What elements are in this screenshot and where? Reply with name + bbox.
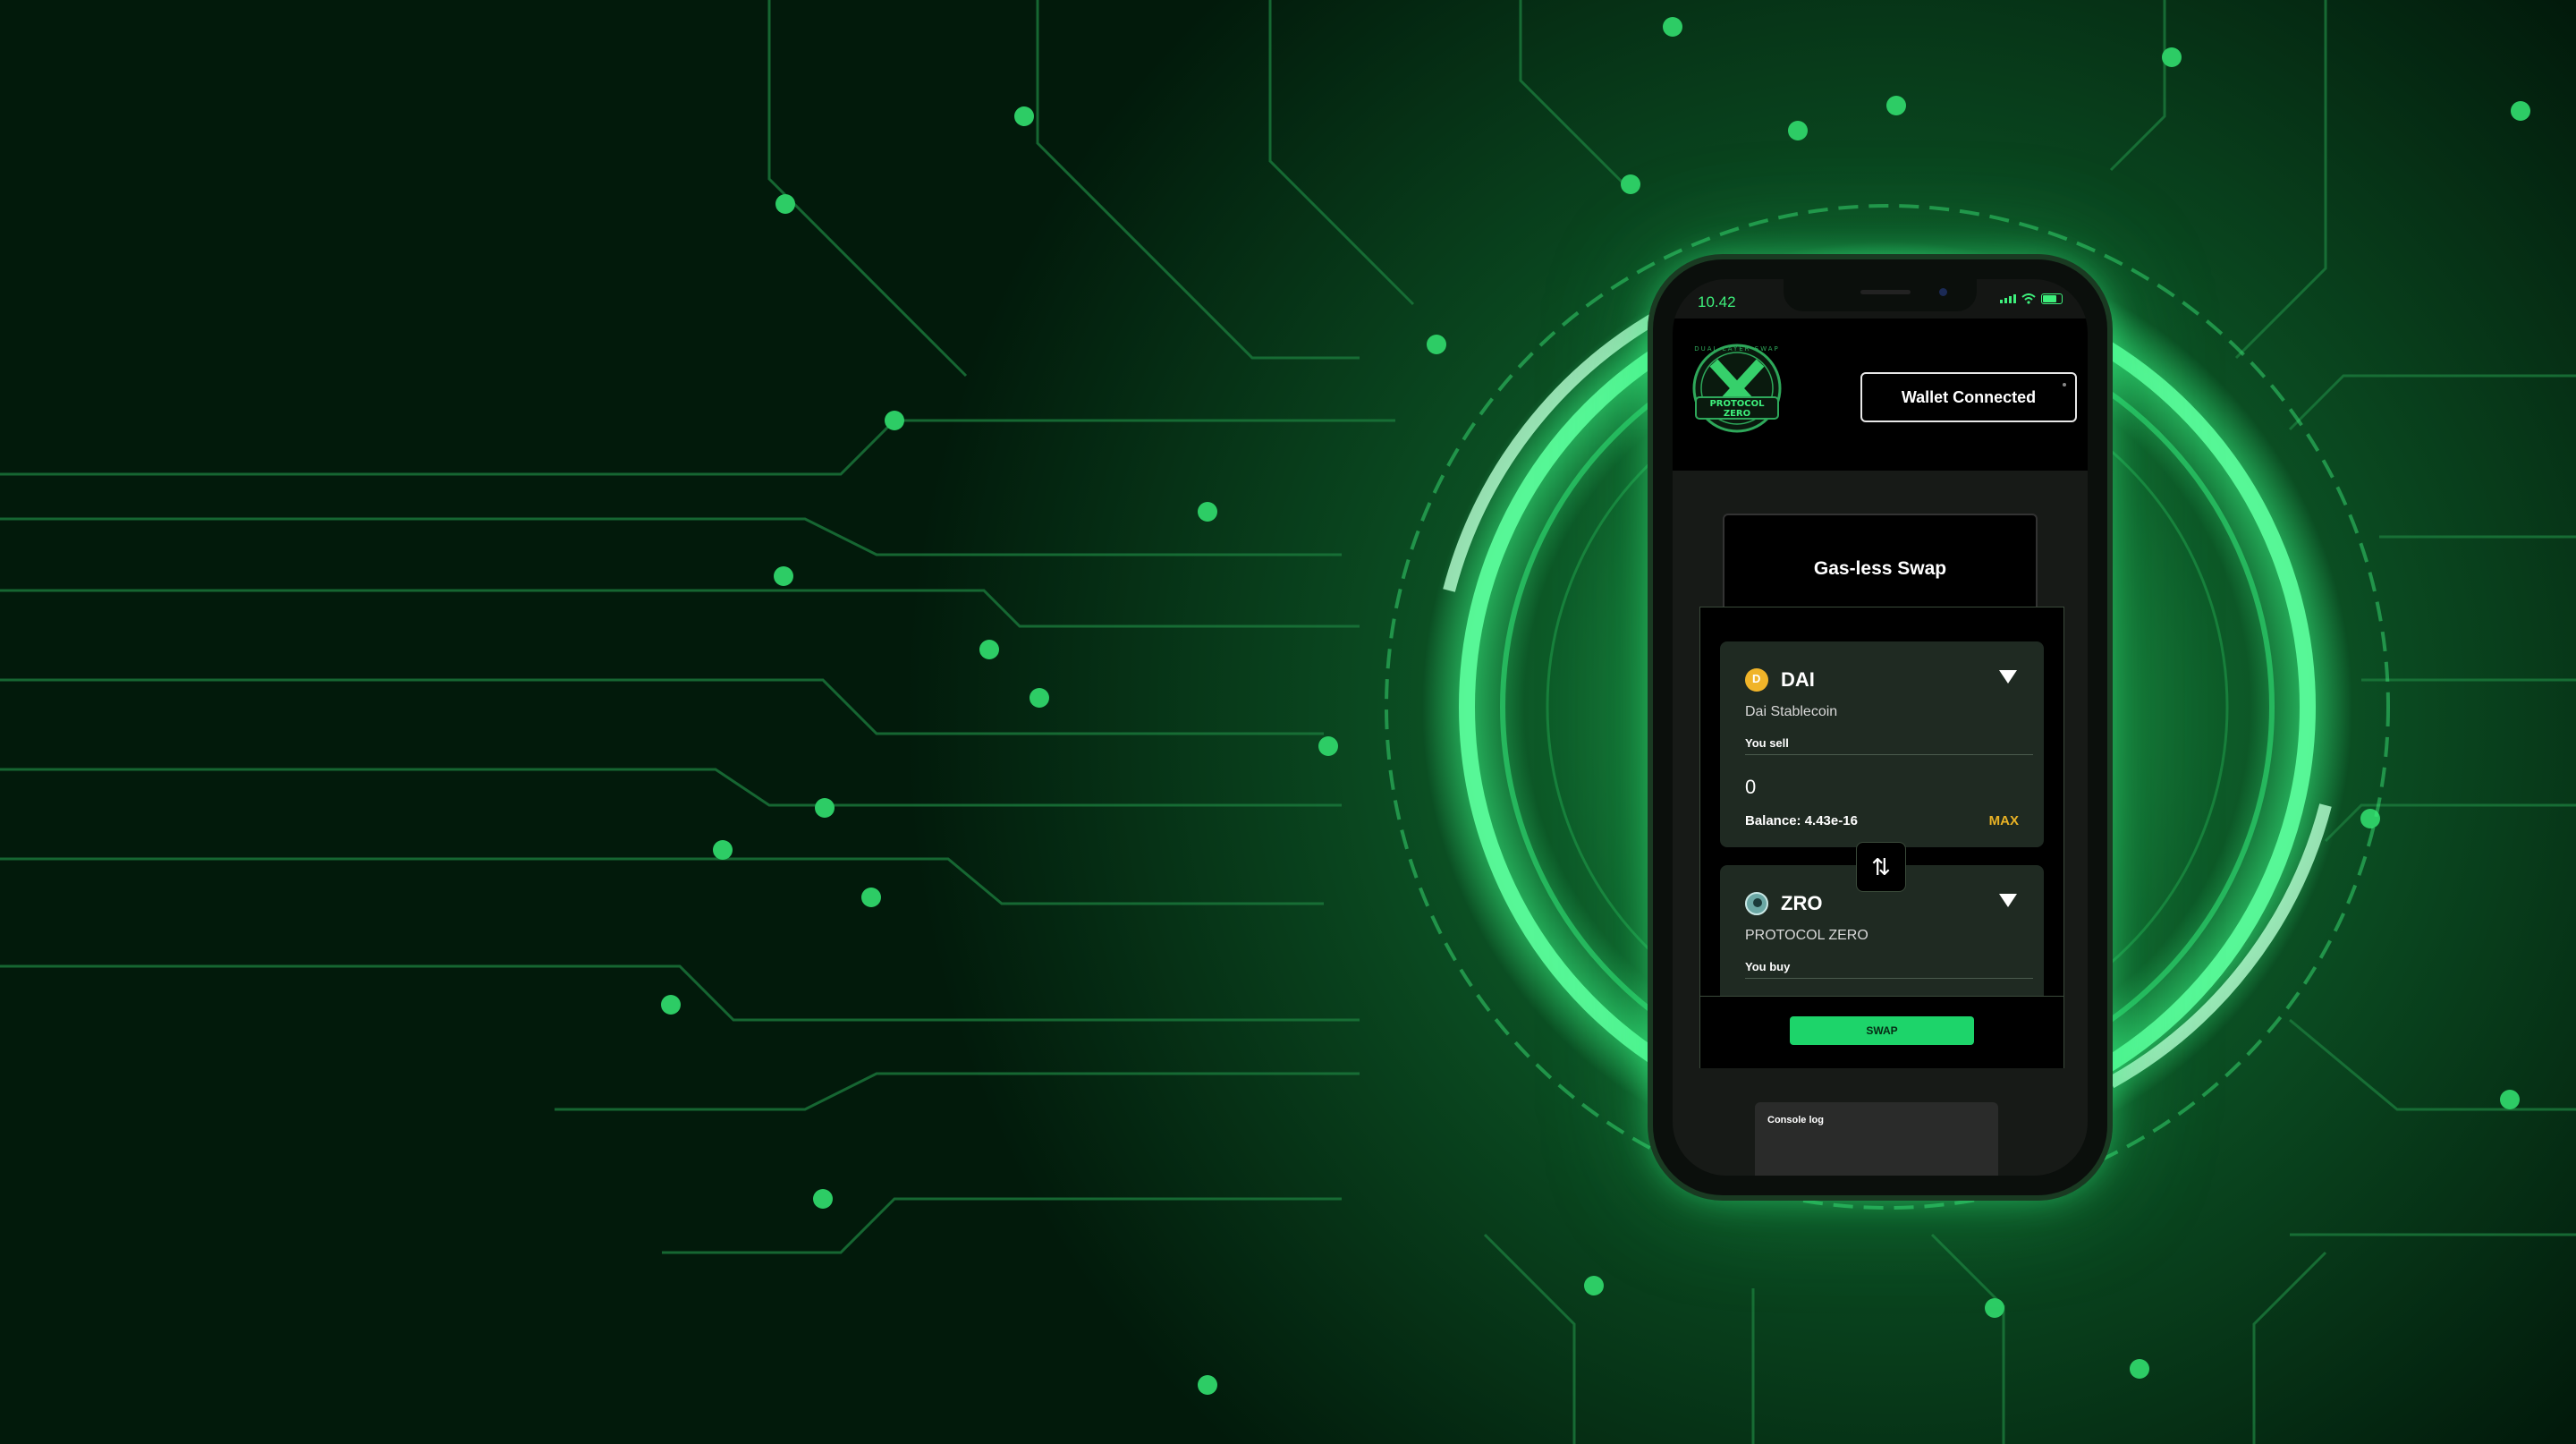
sell-divider xyxy=(1745,754,2033,755)
buy-token-symbol[interactable]: ZRO xyxy=(1781,892,1822,915)
phone-screen: DUAL LAYER SWAP PROTOCOL ZERO Wallet Con… xyxy=(1673,279,2088,1176)
console-log-panel: Console log xyxy=(1755,1102,1998,1176)
buy-token-dropdown-icon[interactable] xyxy=(1999,894,2017,907)
wallet-connected-button[interactable]: Wallet Connected xyxy=(1860,372,2077,422)
phone-mockup: DUAL LAYER SWAP PROTOCOL ZERO Wallet Con… xyxy=(1653,259,2107,1195)
logo-wordmark: PROTOCOL ZERO xyxy=(1687,399,1787,419)
max-button[interactable]: MAX xyxy=(1989,813,2019,828)
sell-caption: You sell xyxy=(1745,736,1789,750)
buy-caption: You buy xyxy=(1745,960,1791,973)
signal-icon xyxy=(2000,294,2016,303)
buy-divider xyxy=(1745,978,2033,979)
logo-ring-text: DUAL LAYER SWAP xyxy=(1694,345,1780,353)
wallet-status-dot xyxy=(2063,383,2066,386)
swap-title: Gas-less Swap xyxy=(1813,558,1947,579)
status-time: 10.42 xyxy=(1698,293,1736,310)
swap-button[interactable]: SWAP xyxy=(1790,1016,1974,1045)
logo-emblem-icon xyxy=(1692,344,1782,433)
console-log-label: Console log xyxy=(1767,1115,1824,1125)
sell-token-symbol[interactable]: DAI xyxy=(1781,668,1815,692)
dai-coin-icon: D xyxy=(1745,668,1768,692)
logo-line-2: ZERO xyxy=(1723,409,1751,419)
swap-panel-footer: SWAP xyxy=(1700,996,2063,1068)
buy-token-name: PROTOCOL ZERO xyxy=(1745,928,1868,943)
sell-balance: Balance: 4.43e-16 xyxy=(1745,813,1858,828)
front-camera-icon xyxy=(1939,288,1947,296)
swap-arrows-icon[interactable]: ⇅ xyxy=(1856,842,1906,892)
battery-icon xyxy=(2041,293,2063,304)
phone-notch xyxy=(1784,279,1977,311)
wallet-button-label: Wallet Connected xyxy=(1901,387,2037,406)
sell-amount-input[interactable]: 0 xyxy=(1745,776,1756,799)
logo-line-1: PROTOCOL xyxy=(1709,399,1765,409)
phone-speaker xyxy=(1860,290,1911,294)
zro-coin-icon xyxy=(1745,892,1768,915)
status-icons xyxy=(2000,293,2063,304)
sell-token-card: D DAI Dai Stablecoin You sell 0 Balance:… xyxy=(1720,641,2044,847)
sell-token-dropdown-icon[interactable] xyxy=(1999,670,2017,684)
wifi-icon xyxy=(2021,293,2036,304)
app-header: DUAL LAYER SWAP PROTOCOL ZERO Wallet Con… xyxy=(1673,319,2088,471)
sell-token-name: Dai Stablecoin xyxy=(1745,704,1838,719)
swap-panel: D DAI Dai Stablecoin You sell 0 Balance:… xyxy=(1699,607,2064,1068)
circuit-background xyxy=(0,0,2576,1444)
protocol-zero-logo[interactable]: DUAL LAYER SWAP PROTOCOL ZERO xyxy=(1687,342,1787,438)
